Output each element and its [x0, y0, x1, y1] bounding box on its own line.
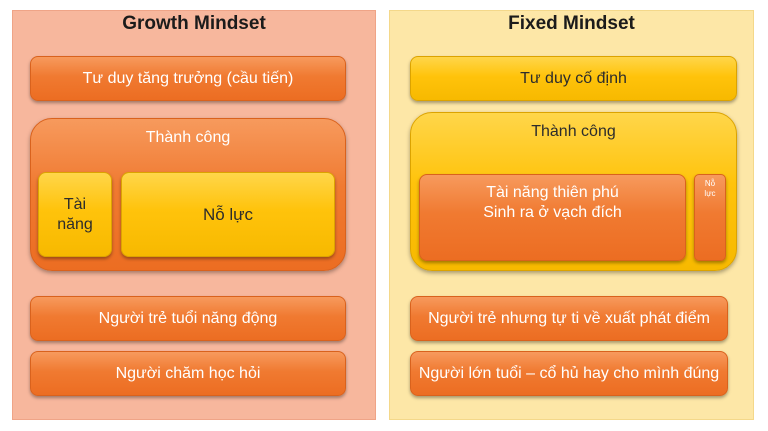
fixed-effort-box: Nỗ lực — [694, 174, 726, 261]
fixed-item-2: Người lớn tuổi – cổ hủ hay cho mình đúng — [410, 351, 728, 396]
fixed-talent-box: Tài năng thiên phú Sinh ra ở vạch đích — [419, 174, 686, 261]
growth-mindset-title: Growth Mindset — [122, 13, 266, 34]
growth-item-1: Người trẻ tuổi năng động — [30, 296, 346, 341]
fixed-header-box: Tư duy cố định — [410, 56, 737, 101]
fixed-item-1-label: Người trẻ nhưng tự ti về xuất phát điểm — [428, 309, 710, 327]
fixed-talent-line-1: Tài năng thiên phú — [486, 184, 619, 201]
fixed-effort-label: Nỗ lực — [704, 179, 716, 198]
fixed-header-label: Tư duy cố định — [520, 69, 627, 87]
growth-talent-box: Tài năng — [38, 172, 112, 257]
growth-header-label: Tư duy tăng trưởng (cầu tiến) — [82, 69, 294, 87]
growth-item-2: Người chăm học hỏi — [30, 351, 346, 396]
fixed-mindset-title: Fixed Mindset — [508, 13, 635, 34]
growth-effort-box: Nỗ lực — [121, 172, 335, 257]
fixed-item-2-label: Người lớn tuổi – cổ hủ hay cho mình đúng — [418, 364, 720, 382]
growth-header-box: Tư duy tăng trưởng (cầu tiến) — [30, 56, 346, 101]
growth-talent-label: Tài năng — [57, 195, 93, 233]
fixed-item-1: Người trẻ nhưng tự ti về xuất phát điểm — [410, 296, 728, 341]
fixed-success-title: Thành công — [531, 123, 616, 140]
growth-effort-label: Nỗ lực — [202, 204, 254, 224]
growth-success-title: Thành công — [145, 129, 231, 146]
growth-item-1-label: Người trẻ tuổi năng động — [98, 309, 278, 327]
growth-item-2-label: Người chăm học hỏi — [115, 364, 261, 382]
fixed-talent-line-2: Sinh ra ở vạch đích — [483, 204, 622, 221]
